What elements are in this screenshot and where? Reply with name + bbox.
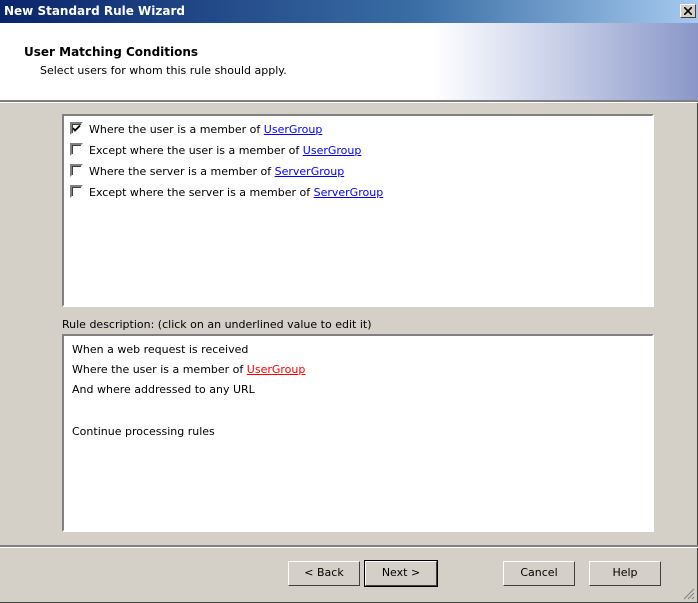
description-line: Where the user is a member of UserGroup (72, 363, 305, 376)
wizard-header: User Matching Conditions Select users fo… (0, 23, 698, 100)
page-subtitle: Select users for whom this rule should a… (40, 64, 287, 77)
cancel-button[interactable]: Cancel (503, 561, 575, 586)
rule-description-box[interactable]: When a web request is received Where the… (62, 334, 654, 532)
condition-user-member[interactable]: Where the user is a member of UserGroup (70, 122, 322, 138)
wizard-window: New Standard Rule Wizard User Matching C… (0, 0, 698, 603)
condition-except-server-member[interactable]: Except where the server is a member of S… (70, 185, 383, 201)
resize-grip-icon[interactable] (683, 588, 695, 600)
checkmark-icon (72, 124, 81, 132)
description-line: And where addressed to any URL (72, 383, 255, 396)
usergroup-link[interactable]: UserGroup (247, 363, 306, 376)
page-title: User Matching Conditions (24, 45, 199, 59)
close-button[interactable] (680, 4, 696, 18)
servergroup-link[interactable]: ServerGroup (314, 186, 384, 199)
condition-text: Except where the user is a member of (89, 144, 303, 157)
condition-checkbox[interactable] (70, 164, 83, 177)
footer-divider (0, 545, 698, 548)
condition-server-member[interactable]: Where the server is a member of ServerGr… (70, 164, 344, 180)
condition-checkbox[interactable] (70, 122, 83, 135)
close-icon (684, 7, 692, 15)
condition-except-user-member[interactable]: Except where the user is a member of Use… (70, 143, 361, 159)
description-line: Continue processing rules (72, 425, 215, 438)
description-text: Where the user is a member of (72, 363, 247, 376)
help-button[interactable]: Help (589, 561, 661, 586)
usergroup-link[interactable]: UserGroup (303, 144, 362, 157)
condition-checkbox[interactable] (70, 143, 83, 156)
description-line: When a web request is received (72, 343, 249, 356)
condition-checkbox[interactable] (70, 185, 83, 198)
rule-description-label: Rule description: (click on an underline… (62, 318, 372, 331)
condition-text: Where the user is a member of (89, 123, 264, 136)
next-button[interactable]: Next > (364, 560, 438, 587)
condition-text: Where the server is a member of (89, 165, 275, 178)
header-divider (0, 100, 698, 103)
back-button[interactable]: < Back (288, 561, 360, 586)
conditions-list[interactable]: Where the user is a member of UserGroup … (62, 114, 654, 307)
servergroup-link[interactable]: ServerGroup (275, 165, 345, 178)
window-title: New Standard Rule Wizard (4, 4, 185, 18)
usergroup-link[interactable]: UserGroup (264, 123, 323, 136)
condition-text: Except where the server is a member of (89, 186, 314, 199)
title-bar[interactable]: New Standard Rule Wizard (0, 0, 698, 23)
